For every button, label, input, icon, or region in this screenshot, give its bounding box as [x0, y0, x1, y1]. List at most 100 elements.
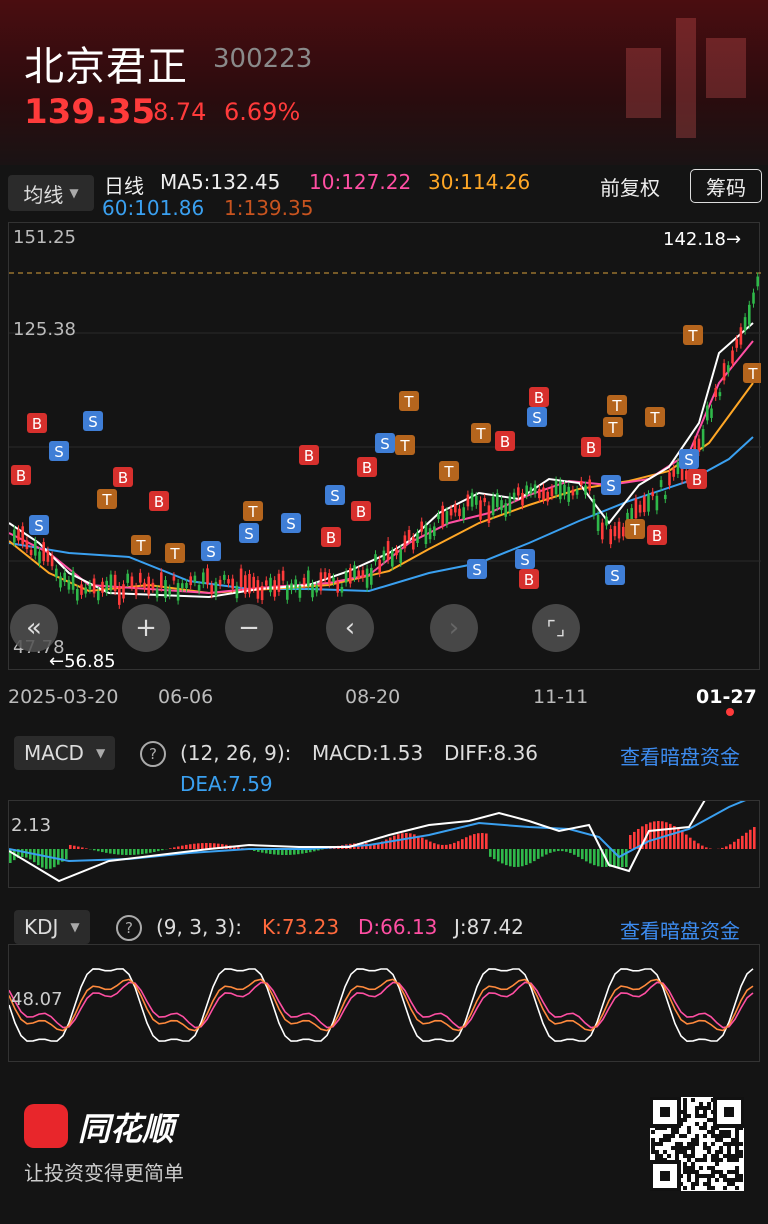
svg-text:T: T [687, 327, 698, 345]
svg-text:S: S [380, 435, 390, 453]
j-line [9, 968, 754, 1043]
trade-marker-b-icon: B [27, 413, 47, 433]
kdj-chart-svg [9, 968, 754, 1043]
kdj-chart: 48.07 [8, 944, 760, 1062]
trade-marker-s-icon: S [201, 541, 221, 561]
svg-text:B: B [356, 503, 366, 521]
svg-text:T: T [607, 419, 618, 437]
qr-code-icon [650, 1097, 744, 1191]
trade-marker-s-icon: S [605, 565, 625, 585]
help-icon[interactable]: ? [140, 741, 166, 767]
svg-text:B: B [500, 433, 510, 451]
fullscreen-icon[interactable]: ⌜⌟ [532, 604, 580, 652]
macd-value: MACD:1.53 [312, 741, 424, 765]
date-label-4: 11-11 [533, 686, 589, 708]
min-price-label: ←56.85 [49, 651, 116, 672]
trade-marker-b-icon: B [581, 437, 601, 457]
max-price-label: 142.18→ [663, 229, 742, 250]
trade-marker-b-icon: B [299, 445, 319, 465]
svg-text:S: S [54, 443, 64, 461]
dark-pool-link-macd[interactable]: 查看暗盘资金 [620, 741, 740, 770]
svg-text:T: T [169, 545, 180, 563]
trade-marker-s-icon: S [601, 475, 621, 495]
chip-distribution-button[interactable]: 筹码 [690, 169, 762, 203]
trade-marker-b-icon: B [687, 469, 707, 489]
trade-marker-b-icon: B [113, 467, 133, 487]
indicator-select-ma[interactable]: 均线 ▼ [8, 175, 94, 211]
trade-marker-s-icon: S [527, 407, 547, 427]
svg-text:S: S [34, 517, 44, 535]
trade-marker-b-icon: B [11, 465, 31, 485]
trade-marker-t-icon: T [395, 435, 415, 455]
trade-marker-t-icon: T [743, 363, 761, 383]
trade-marker-b-icon: B [351, 501, 371, 521]
ma1-value: 1:139.35 [224, 196, 314, 220]
d-value: D:66.13 [358, 915, 438, 939]
svg-text:T: T [101, 491, 112, 509]
svg-text:T: T [475, 425, 486, 443]
d-line [9, 981, 754, 1029]
adjust-price-button[interactable]: 前复权 [600, 172, 660, 201]
svg-text:B: B [304, 447, 314, 465]
trade-marker-s-icon: S [325, 485, 345, 505]
kline-chart[interactable]: BSSBTBBSTTSTSSBSBBBSTTTTBBSSSBBTTSSTTBTS… [8, 222, 761, 672]
double-left-icon[interactable]: « [10, 604, 58, 652]
svg-text:T: T [747, 365, 758, 383]
svg-text:B: B [586, 439, 596, 457]
date-label-1: 2025-03-20 [8, 686, 119, 708]
svg-text:B: B [692, 471, 702, 489]
ma5-value: MA5:132.45 [160, 170, 281, 194]
macd-select-label: MACD [24, 741, 84, 765]
date-label-3: 08-20 [345, 686, 401, 708]
chevron-right-icon[interactable]: › [430, 604, 478, 652]
price-change: 8.74 [153, 98, 207, 126]
indicator-select-kdj[interactable]: KDJ ▼ [14, 910, 90, 944]
kdj-params: (9, 3, 3): [156, 915, 242, 939]
macd-params: (12, 26, 9): [180, 741, 292, 765]
trade-marker-t-icon: T [243, 501, 263, 521]
stock-code: 300223 [213, 44, 313, 74]
trade-marker-t-icon: T [683, 325, 703, 345]
svg-text:S: S [206, 543, 216, 561]
y-axis-top: 151.25 [13, 227, 76, 248]
stock-name: 北京君正 [24, 44, 188, 90]
svg-text:S: S [606, 477, 616, 495]
trade-markers: B SSBTBBST T STSSBSBBBSTTTT BBSSSBBTTSSTTBTS… [11, 325, 761, 589]
watermark-logo-icon [626, 18, 746, 138]
help-icon[interactable]: ? [116, 915, 142, 941]
trade-marker-t-icon: T [607, 395, 627, 415]
svg-text:S: S [520, 551, 530, 569]
svg-text:S: S [532, 409, 542, 427]
svg-text:B: B [326, 529, 336, 547]
trade-marker-t-icon: T [97, 489, 117, 509]
y-axis-mid: 125.38 [13, 319, 76, 340]
last-price: 139.35 [24, 92, 156, 132]
trade-marker-s-icon: S [29, 515, 49, 535]
svg-text:S: S [610, 567, 620, 585]
minus-icon[interactable]: − [225, 604, 273, 652]
plus-icon[interactable]: + [122, 604, 170, 652]
indicator-select-macd[interactable]: MACD ▼ [14, 736, 116, 770]
date-label-5: 01-27 [696, 686, 757, 708]
ma10-value: 10:127.22 [309, 170, 412, 194]
svg-text:T: T [649, 409, 660, 427]
trade-marker-t-icon: T [603, 417, 623, 437]
j-value: J:87.42 [454, 915, 524, 939]
trade-marker-b-icon: B [321, 527, 341, 547]
trade-marker-s-icon: S [239, 523, 259, 543]
svg-text:T: T [611, 397, 622, 415]
chevron-down-icon: ▼ [70, 920, 80, 934]
chevron-left-icon[interactable]: ‹ [326, 604, 374, 652]
app-logo-icon [24, 1104, 68, 1148]
stock-header: 北京君正 300223 139.35 8.74 6.69% [0, 0, 768, 165]
svg-text:S: S [330, 487, 340, 505]
k-line [9, 978, 754, 1032]
svg-text:B: B [534, 389, 544, 407]
svg-text:T: T [403, 393, 414, 411]
trade-marker-b-icon: B [149, 491, 169, 511]
svg-text:B: B [652, 527, 662, 545]
dark-pool-link-kdj[interactable]: 查看暗盘资金 [620, 915, 740, 944]
trade-marker-s-icon: S [375, 433, 395, 453]
trade-marker-s-icon: S [49, 441, 69, 461]
trade-marker-t-icon: T [439, 461, 459, 481]
